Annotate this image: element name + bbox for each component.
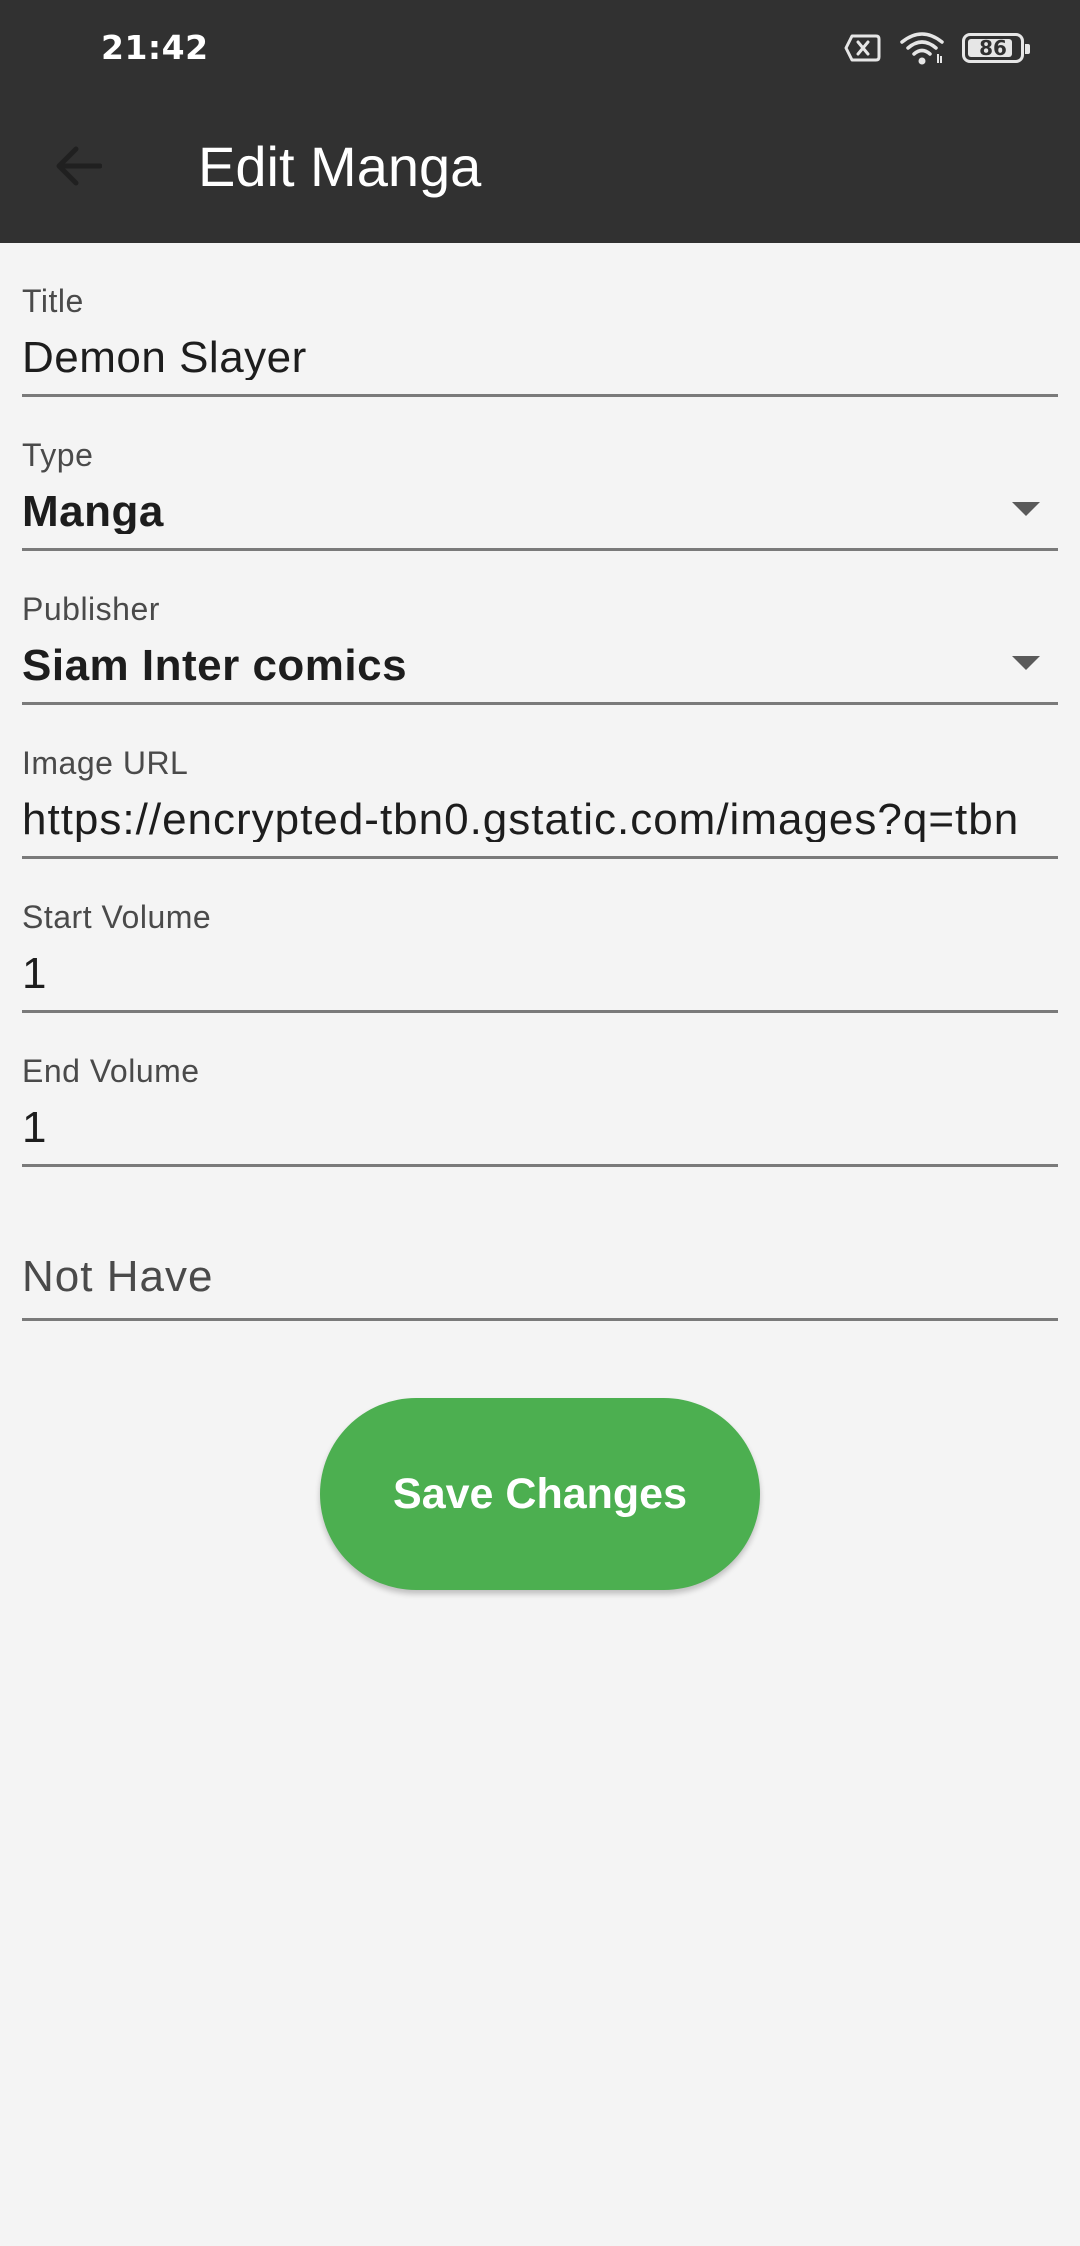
status-icons: 86: [844, 28, 1030, 68]
title-input[interactable]: Demon Slayer: [22, 336, 1058, 380]
start-volume-input[interactable]: 1: [22, 952, 1058, 996]
image-url-input[interactable]: https://encrypted-tbn0.gstatic.com/image…: [22, 798, 1058, 842]
start-volume-field[interactable]: Start Volume 1: [22, 859, 1058, 1013]
publisher-dropdown[interactable]: Publisher Siam Inter comics: [22, 551, 1058, 705]
app-bar: 21:42 86 Edit Manga: [0, 0, 1080, 243]
type-label: Type: [22, 437, 94, 473]
type-selected-value[interactable]: Manga: [22, 490, 1058, 534]
image-url-label: Image URL: [22, 745, 189, 781]
end-volume-label: End Volume: [22, 1053, 200, 1089]
not-have-placeholder: Not Have: [22, 1252, 214, 1301]
title-label: Title: [22, 283, 84, 319]
publisher-selected-value[interactable]: Siam Inter comics: [22, 644, 1058, 688]
end-volume-input[interactable]: 1: [22, 1106, 1058, 1150]
start-volume-label: Start Volume: [22, 899, 212, 935]
battery-level: 86: [979, 36, 1007, 60]
image-url-field[interactable]: Image URL https://encrypted-tbn0.gstatic…: [22, 705, 1058, 859]
publisher-label: Publisher: [22, 591, 160, 627]
dropdown-arrow-icon[interactable]: [1012, 656, 1040, 670]
edit-manga-form: Title Demon Slayer Type Manga Publisher …: [22, 243, 1058, 1321]
end-volume-field[interactable]: End Volume 1: [22, 1013, 1058, 1167]
battery-icon: 86: [962, 33, 1030, 63]
wifi-icon: [900, 30, 944, 66]
type-dropdown[interactable]: Type Manga: [22, 397, 1058, 551]
back-button[interactable]: [40, 130, 116, 206]
status-time: 21:42: [101, 28, 209, 67]
page-title: Edit Manga: [198, 135, 482, 198]
title-field[interactable]: Title Demon Slayer: [22, 243, 1058, 397]
dropdown-arrow-icon[interactable]: [1012, 502, 1040, 516]
save-changes-button[interactable]: Save Changes: [320, 1398, 760, 1590]
not-have-field[interactable]: Not Have: [22, 1167, 1058, 1321]
sim-off-icon: [844, 33, 882, 63]
arrow-back-icon: [54, 144, 103, 193]
